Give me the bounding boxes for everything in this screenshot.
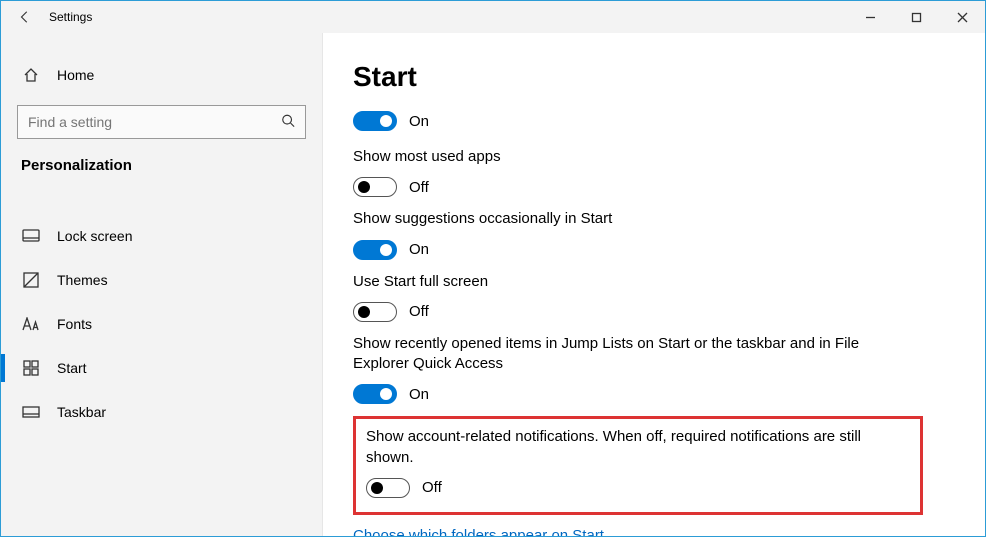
window-body: Home Personalization Lock screen (1, 33, 985, 536)
lock-screen-icon (21, 229, 41, 243)
nav-list: Lock screen Themes Fonts (1, 214, 322, 434)
sidebar: Home Personalization Lock screen (1, 33, 323, 536)
sidebar-item-label: Taskbar (57, 404, 106, 420)
toggle-status: Off (409, 179, 429, 196)
sidebar-item-taskbar[interactable]: Taskbar (1, 390, 322, 434)
toggle-suggestions[interactable] (353, 240, 397, 260)
home-nav[interactable]: Home (1, 53, 322, 97)
settings-window: Settings Home Person (0, 0, 986, 537)
toggle-status: On (409, 241, 429, 258)
sidebar-item-start[interactable]: Start (1, 346, 322, 390)
setting-label: Show most used apps (353, 147, 873, 167)
sidebar-item-fonts[interactable]: Fonts (1, 302, 322, 346)
toggle-jump-lists[interactable] (353, 384, 397, 404)
setting-account-notifications: Show account-related notifications. When… (366, 427, 910, 498)
window-title: Settings (49, 10, 92, 24)
content-pane: Start On Show most used apps Off Show su… (323, 33, 985, 536)
toggle-status: Off (422, 479, 442, 496)
setting-most-used-apps: Show most used apps Off (353, 147, 955, 197)
minimize-icon (865, 12, 876, 23)
setting-label: Show recently opened items in Jump Lists… (353, 334, 873, 375)
arrow-left-icon (18, 10, 32, 24)
taskbar-icon (21, 406, 41, 418)
titlebar: Settings (1, 1, 985, 33)
search-box[interactable] (17, 105, 306, 139)
sidebar-item-label: Lock screen (57, 228, 132, 244)
setting-jump-lists: Show recently opened items in Jump Lists… (353, 334, 955, 405)
setting-suggestions: Show suggestions occasionally in Start O… (353, 209, 955, 259)
sidebar-item-themes[interactable]: Themes (1, 258, 322, 302)
highlighted-setting-box: Show account-related notifications. When… (353, 416, 923, 515)
search-input[interactable] (28, 114, 295, 130)
close-button[interactable] (939, 1, 985, 33)
sidebar-item-label: Fonts (57, 316, 92, 332)
sidebar-item-label: Start (57, 360, 87, 376)
search-icon (281, 114, 295, 131)
setting-label: Use Start full screen (353, 272, 873, 292)
setting-show-more-tiles: On (353, 111, 955, 131)
back-button[interactable] (1, 1, 49, 33)
close-icon (957, 12, 968, 23)
choose-folders-link[interactable]: Choose which folders appear on Start (353, 527, 604, 536)
fonts-icon (21, 317, 41, 331)
toggle-status: Off (409, 303, 429, 320)
page-heading: Start (353, 61, 955, 93)
setting-label: Show suggestions occasionally in Start (353, 209, 873, 229)
minimize-button[interactable] (847, 1, 893, 33)
section-label: Personalization (1, 157, 322, 174)
sidebar-item-lock-screen[interactable]: Lock screen (1, 214, 322, 258)
toggle-status: On (409, 386, 429, 403)
toggle-status: On (409, 113, 429, 130)
setting-label: Show account-related notifications. When… (366, 427, 886, 468)
toggle-show-more-tiles[interactable] (353, 111, 397, 131)
themes-icon (21, 272, 41, 288)
sidebar-item-label: Themes (57, 272, 108, 288)
toggle-most-used-apps[interactable] (353, 177, 397, 197)
toggle-account-notifications[interactable] (366, 478, 410, 498)
start-icon (21, 360, 41, 376)
setting-full-screen: Use Start full screen Off (353, 272, 955, 322)
maximize-button[interactable] (893, 1, 939, 33)
home-label: Home (57, 67, 94, 83)
maximize-icon (911, 12, 922, 23)
home-icon (21, 67, 41, 83)
toggle-full-screen[interactable] (353, 302, 397, 322)
